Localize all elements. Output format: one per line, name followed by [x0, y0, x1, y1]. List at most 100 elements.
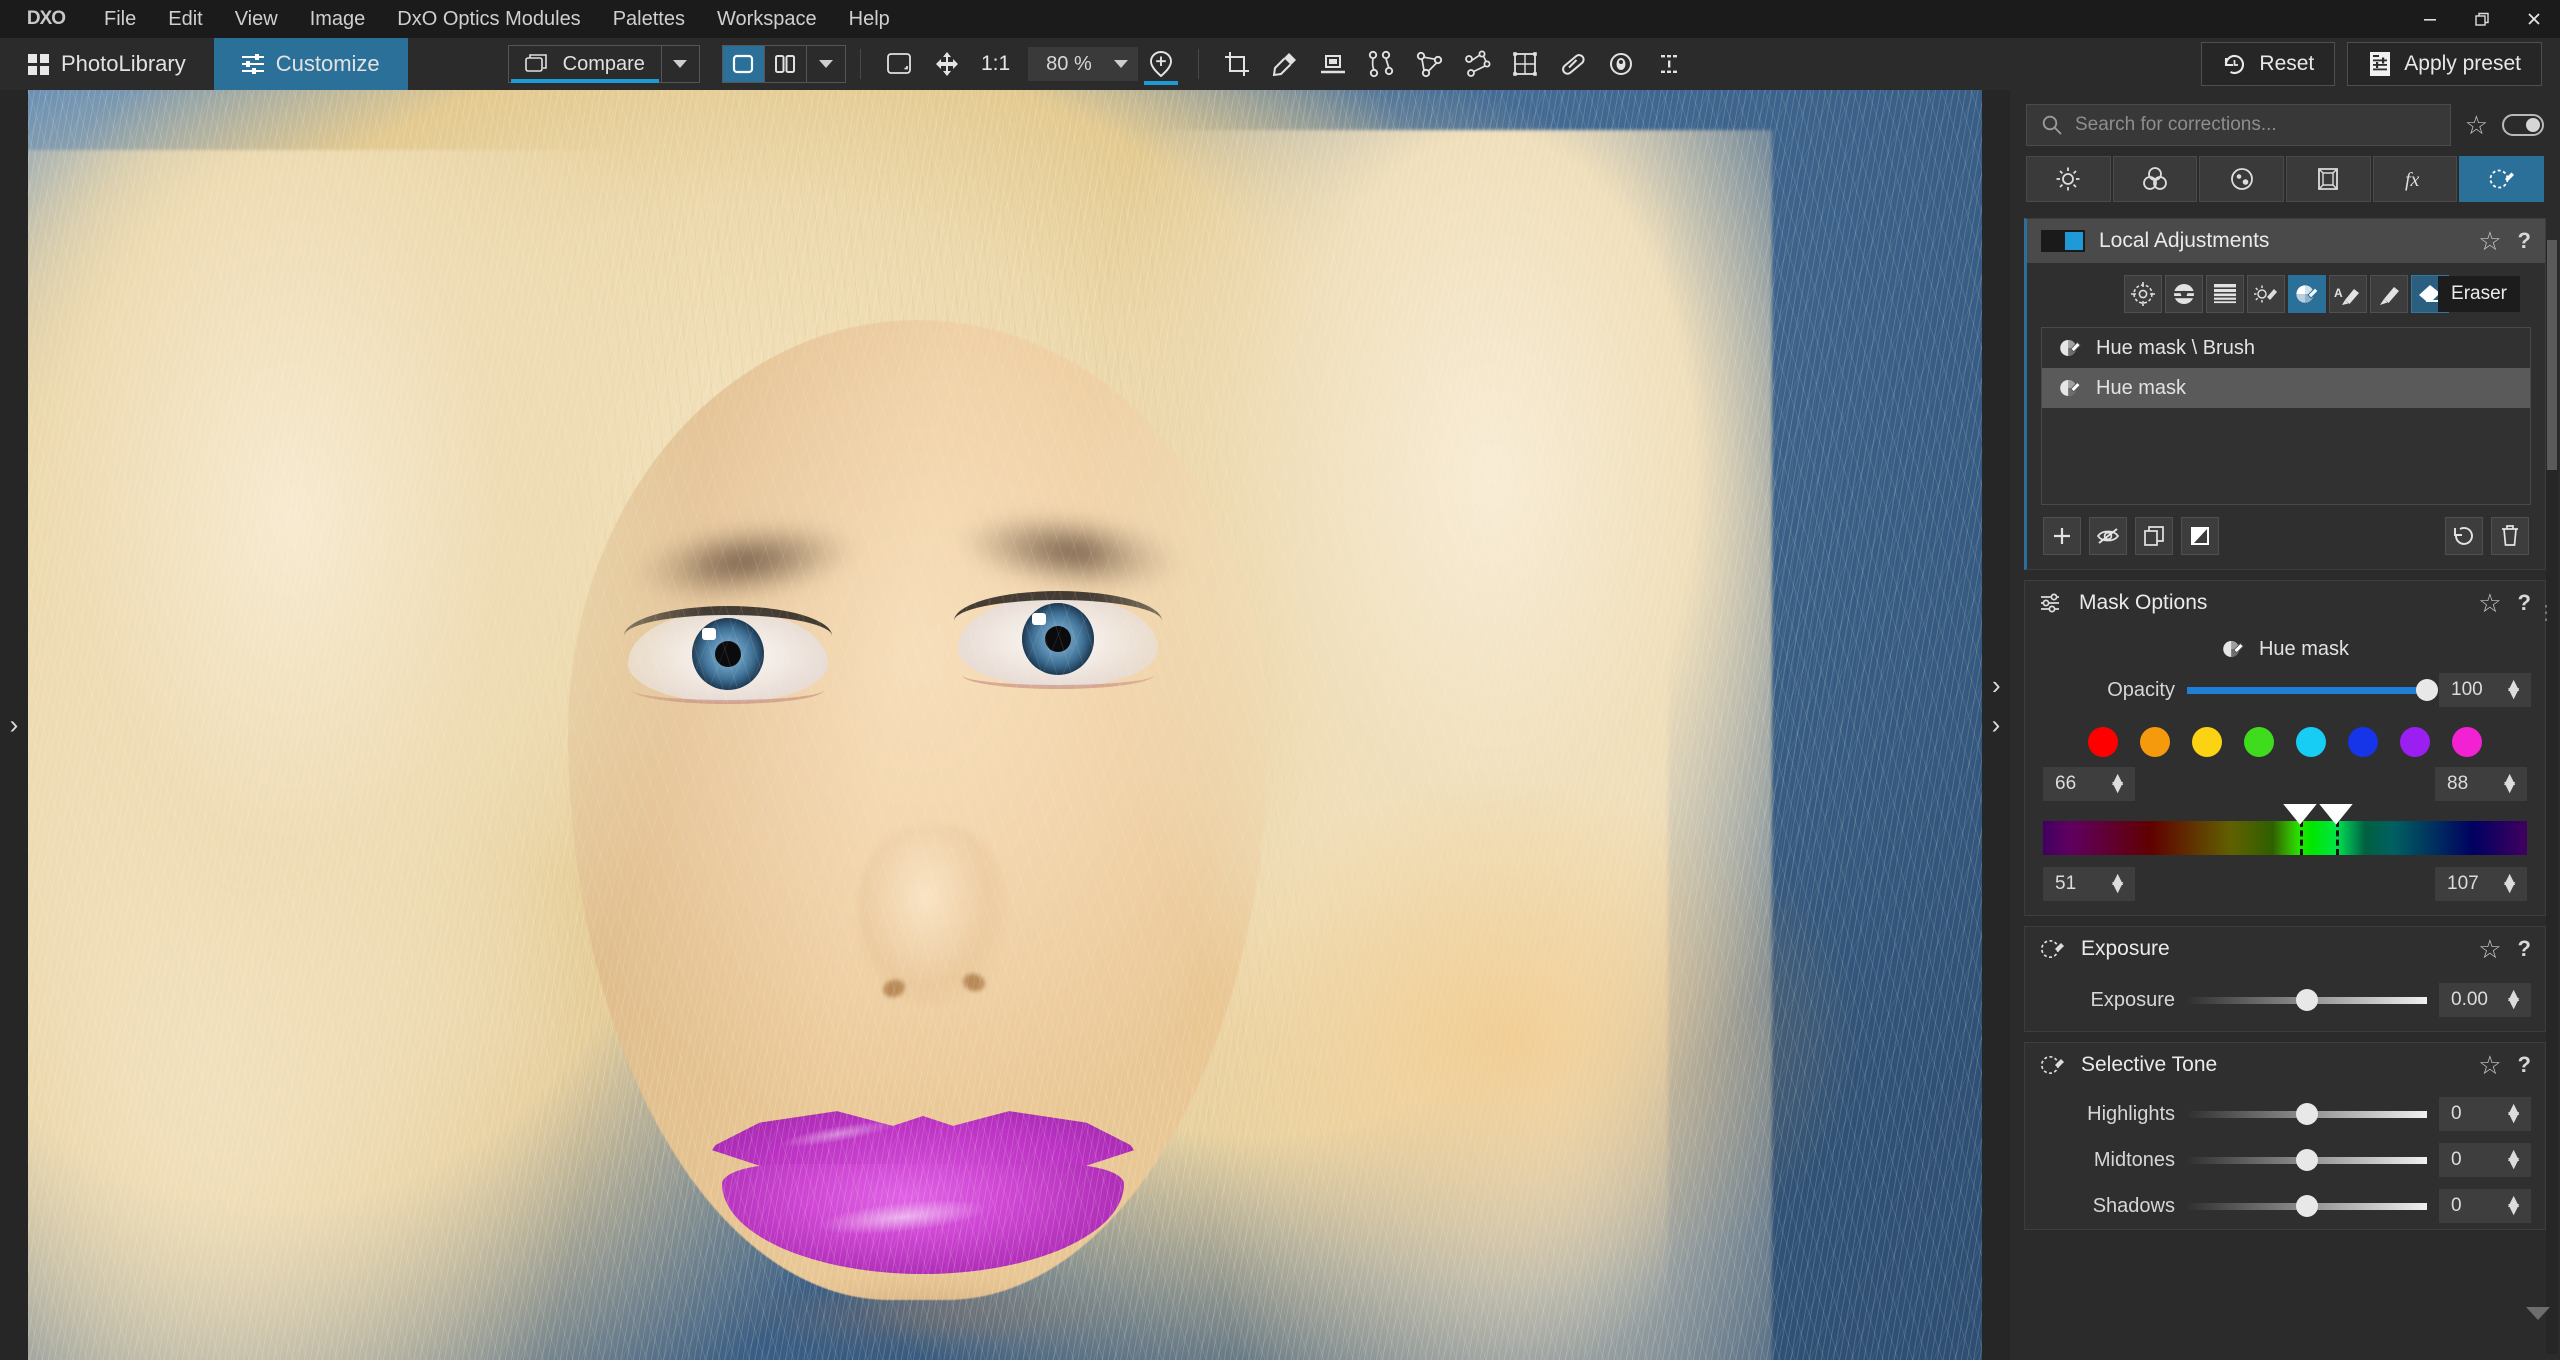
panel-scrollbar[interactable] [2546, 240, 2558, 1354]
opacity-slider[interactable] [2187, 679, 2438, 701]
zoom-in-button[interactable] [1138, 42, 1184, 86]
apply-preset-button[interactable]: Apply preset [2347, 42, 2542, 86]
zoom-level-select[interactable]: 80 % [1028, 47, 1138, 81]
hue-swatch-yellow[interactable] [2192, 727, 2222, 757]
hue-range-end-numbox[interactable]: 88 ▲ ▼ [2435, 767, 2527, 801]
hue-swatch-blue[interactable] [2348, 727, 2378, 757]
shadows-slider-knob[interactable] [2296, 1195, 2318, 1217]
hue-falloff-start-spinner[interactable]: ▲ ▼ [2108, 870, 2127, 897]
mask-options-help-icon[interactable]: ? [2518, 590, 2531, 616]
hue-falloff-start-handle[interactable] [2259, 855, 2286, 871]
panel-scrollbar-thumb[interactable] [2547, 240, 2557, 470]
midtones-slider[interactable] [2187, 1149, 2427, 1171]
search-input[interactable] [2075, 114, 2436, 136]
tab-local-adjustments[interactable] [2459, 156, 2545, 202]
right-panel-collapse-strip[interactable]: › [1982, 90, 2010, 1360]
graduated-filter-tool[interactable] [2205, 275, 2244, 313]
hue-range-start-handle[interactable] [2286, 804, 2313, 820]
scroll-down-caret-icon[interactable] [2526, 1307, 2550, 1320]
menu-edit[interactable]: Edit [152, 0, 218, 38]
reset-button[interactable]: Reset [2201, 42, 2336, 86]
hue-range-start-numbox[interactable]: 66 ▲ ▼ [2043, 767, 2135, 801]
more-tools-icon[interactable] [1645, 42, 1693, 86]
control-point-icon[interactable] [1405, 42, 1453, 86]
mask-list[interactable]: Eraser Hue mask \ Brush Hue mask [2041, 276, 2531, 505]
pan-tool-button[interactable] [923, 42, 971, 86]
tab-color[interactable] [2112, 156, 2198, 202]
midtones-slider-knob[interactable] [2296, 1149, 2318, 1171]
midtones-numbox[interactable]: 0 ▲ ▼ [2439, 1143, 2531, 1177]
split-view-button[interactable] [765, 46, 807, 82]
mask-list-item-0[interactable]: Hue mask \ Brush [2042, 328, 2530, 368]
mask-options-favorite-icon[interactable]: ☆ [2478, 590, 2501, 616]
hue-falloff-end-numbox[interactable]: 107 ▲ ▼ [2435, 867, 2527, 901]
tab-light[interactable] [2026, 156, 2111, 202]
menu-palettes[interactable]: Palettes [597, 0, 701, 38]
duplicate-mask-button[interactable] [2135, 517, 2173, 555]
add-mask-button[interactable] [2043, 517, 2081, 555]
local-adjustments-toggle[interactable] [2041, 230, 2085, 252]
collapse-right-panel-icon[interactable]: › [1982, 710, 2010, 741]
zoom-1to1-button[interactable]: 1:1 [971, 52, 1020, 76]
expand-left-panel-icon[interactable]: › [0, 710, 28, 741]
selective-tone-help-icon[interactable]: ? [2518, 1052, 2531, 1078]
search-box[interactable] [2026, 104, 2451, 146]
hue-swatch-purple[interactable] [2400, 727, 2430, 757]
selective-tone-favorite-icon[interactable]: ☆ [2478, 1052, 2501, 1078]
hue-mask-tool[interactable] [2287, 275, 2326, 313]
hue-swatch-green[interactable] [2244, 727, 2274, 757]
tab-photolibrary[interactable]: PhotoLibrary [0, 38, 214, 90]
eyedropper-icon[interactable] [1261, 42, 1309, 86]
menu-workspace[interactable]: Workspace [701, 0, 833, 38]
crop-icon[interactable] [1213, 42, 1261, 86]
fit-to-screen-button[interactable] [875, 42, 923, 86]
exposure-numbox[interactable]: 0.00 ▲ ▼ [2439, 983, 2531, 1017]
highlights-spinner[interactable]: ▲ ▼ [2504, 1100, 2523, 1127]
perspective-icon[interactable] [1501, 42, 1549, 86]
hue-falloff-end-handle[interactable] [2351, 855, 2378, 871]
control-line-icon[interactable] [1357, 42, 1405, 86]
hue-range-end-spinner[interactable]: ▲ ▼ [2500, 770, 2519, 797]
maximize-restore-button[interactable] [2456, 0, 2508, 38]
hue-swatch-red[interactable] [2088, 727, 2118, 757]
compare-button[interactable]: Compare [509, 46, 661, 83]
panel-master-toggle[interactable] [2502, 114, 2544, 136]
exposure-slider-knob[interactable] [2296, 989, 2318, 1011]
hue-swatch-magenta[interactable] [2452, 727, 2482, 757]
opacity-numbox[interactable]: 100 ▲ ▼ [2439, 673, 2531, 707]
hue-range-end-handle[interactable] [2323, 804, 2350, 820]
invert-mask-button[interactable] [2181, 517, 2219, 555]
horizon-icon[interactable] [1309, 42, 1357, 86]
menu-help[interactable]: Help [833, 0, 906, 38]
control-line-tool[interactable] [2164, 275, 2203, 313]
tab-geometry[interactable] [2286, 156, 2371, 202]
hue-swatch-orange[interactable] [2140, 727, 2170, 757]
left-panel-collapsed[interactable]: › [0, 90, 28, 1360]
shadows-numbox[interactable]: 0 ▲ ▼ [2439, 1189, 2531, 1223]
highlights-slider[interactable] [2187, 1103, 2427, 1125]
view-dropdown-arrow[interactable] [807, 46, 845, 82]
menu-view[interactable]: View [219, 0, 294, 38]
exposure-help-icon[interactable]: ? [2518, 936, 2531, 962]
midtones-spinner[interactable]: ▲ ▼ [2504, 1146, 2523, 1173]
hue-falloff-start-numbox[interactable]: 51 ▲ ▼ [2043, 867, 2135, 901]
menu-image[interactable]: Image [294, 0, 382, 38]
delete-mask-button[interactable] [2491, 517, 2529, 555]
hue-range-start-spinner[interactable]: ▲ ▼ [2108, 770, 2127, 797]
shadows-spinner[interactable]: ▲ ▼ [2504, 1192, 2523, 1219]
show-mask-button[interactable] [2089, 517, 2127, 555]
tab-effects[interactable]: fx [2372, 156, 2458, 202]
opacity-spinner[interactable]: ▲ ▼ [2504, 676, 2523, 703]
minimize-button[interactable] [2404, 0, 2456, 38]
local-adjustments-favorite-icon[interactable]: ☆ [2478, 228, 2501, 254]
mask-list-item-1[interactable]: Hue mask [2042, 368, 2530, 408]
tab-customize[interactable]: Customize [213, 38, 408, 90]
exposure-spinner[interactable]: ▲ ▼ [2504, 986, 2523, 1013]
menu-dxo-optics-modules[interactable]: DxO Optics Modules [381, 0, 596, 38]
menu-file[interactable]: File [88, 0, 152, 38]
local-adjustments-help-icon[interactable]: ? [2518, 228, 2531, 254]
compare-dropdown-arrow[interactable] [660, 46, 699, 82]
exposure-slider[interactable] [2187, 989, 2427, 1011]
single-view-button[interactable] [722, 46, 765, 82]
repair-icon[interactable] [1549, 42, 1597, 86]
